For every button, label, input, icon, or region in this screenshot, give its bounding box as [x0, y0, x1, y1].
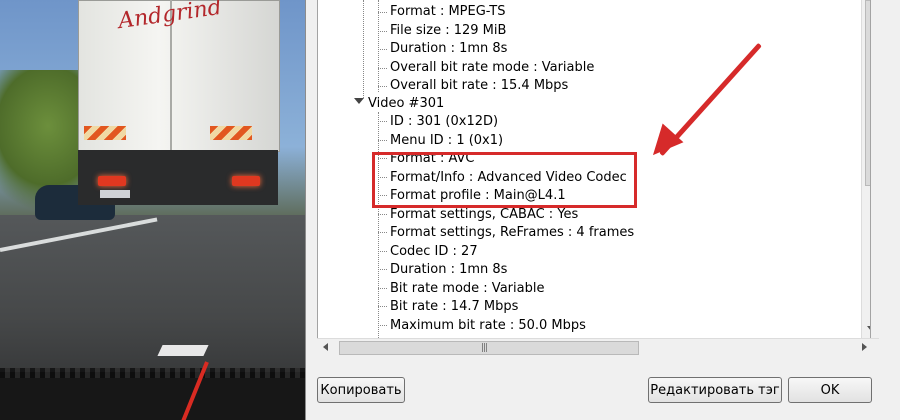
scroll-right-arrow-icon[interactable]	[862, 343, 867, 351]
tree-branch	[378, 251, 387, 252]
scroll-down-arrow-icon[interactable]	[867, 326, 870, 331]
tree-item-overall-bit-rate-mode[interactable]: Overall bit rate mode : Variable	[390, 59, 594, 77]
tree-branch	[378, 140, 387, 141]
reflective-stripe-left	[84, 126, 126, 140]
edit-tag-button[interactable]: Редактировать тэг	[648, 377, 782, 403]
tree-item-format[interactable]: Format : MPEG-TS	[390, 3, 506, 21]
tree-branch	[378, 31, 387, 32]
tree-item-overall-bit-rate[interactable]: Overall bit rate : 15.4 Mbps	[390, 77, 568, 95]
tree-branch	[378, 12, 387, 13]
tree-item-codec-id[interactable]: Codec ID : 27	[390, 243, 478, 261]
vertical-scroll-thumb[interactable]	[865, 0, 870, 186]
copy-button[interactable]: Копировать	[317, 377, 405, 403]
tree-branch	[378, 325, 387, 326]
horizontal-scrollbar[interactable]: |||	[317, 338, 879, 356]
tree-item-menu-id[interactable]: Menu ID : 1 (0x1)	[390, 132, 503, 150]
tree-branch	[378, 232, 387, 233]
vertical-scrollbar[interactable]	[861, 0, 870, 338]
background-photo: Andgrind	[0, 0, 305, 420]
tree-guide-general	[363, 0, 364, 98]
lane-dash	[157, 345, 209, 356]
tree-branch	[378, 86, 387, 87]
tree-guide-general-items	[378, 0, 379, 92]
tree-branch	[378, 306, 387, 307]
mediainfo-window: Format : MPEG-TS File size : 129 MiB Dur…	[305, 0, 900, 420]
license-plate	[100, 190, 130, 198]
tree-item-format-settings-reframes[interactable]: Format settings, ReFrames : 4 frames	[390, 224, 634, 242]
taillight-right	[232, 176, 260, 186]
tree-item-maximum-bit-rate[interactable]: Maximum bit rate : 50.0 Mbps	[390, 317, 586, 335]
reflective-stripe-right	[210, 126, 252, 140]
tree-item-bit-rate[interactable]: Bit rate : 14.7 Mbps	[390, 298, 518, 316]
tree-node-video[interactable]: Video #301	[368, 95, 444, 113]
collapse-expander-icon[interactable]	[354, 98, 364, 104]
tree-item-file-size[interactable]: File size : 129 MiB	[390, 22, 506, 40]
highlight-box	[372, 152, 637, 208]
tree-item-bit-rate-mode[interactable]: Bit rate mode : Variable	[390, 280, 544, 298]
tree-item-id[interactable]: ID : 301 (0x12D)	[390, 113, 498, 131]
tree-branch	[378, 121, 387, 122]
tree-branch	[378, 49, 387, 50]
grip-icon: |||	[481, 343, 488, 353]
tree-branch	[378, 214, 387, 215]
tree-item-format-settings-cabac[interactable]: Format settings, CABAC : Yes	[390, 206, 578, 224]
windshield-dots	[0, 368, 305, 378]
ok-button[interactable]: OK	[788, 377, 872, 403]
tree-branch	[378, 288, 387, 289]
taillight-left	[98, 176, 126, 186]
tree-item-video-duration[interactable]: Duration : 1mn 8s	[390, 261, 507, 279]
tree-branch	[378, 68, 387, 69]
tree-branch	[378, 269, 387, 270]
scroll-left-arrow-icon[interactable]	[323, 343, 328, 351]
tree-item-duration[interactable]: Duration : 1mn 8s	[390, 40, 507, 58]
dashboard	[0, 372, 305, 420]
tree-guide-video	[378, 112, 379, 338]
horizontal-scroll-thumb[interactable]: |||	[339, 341, 639, 355]
